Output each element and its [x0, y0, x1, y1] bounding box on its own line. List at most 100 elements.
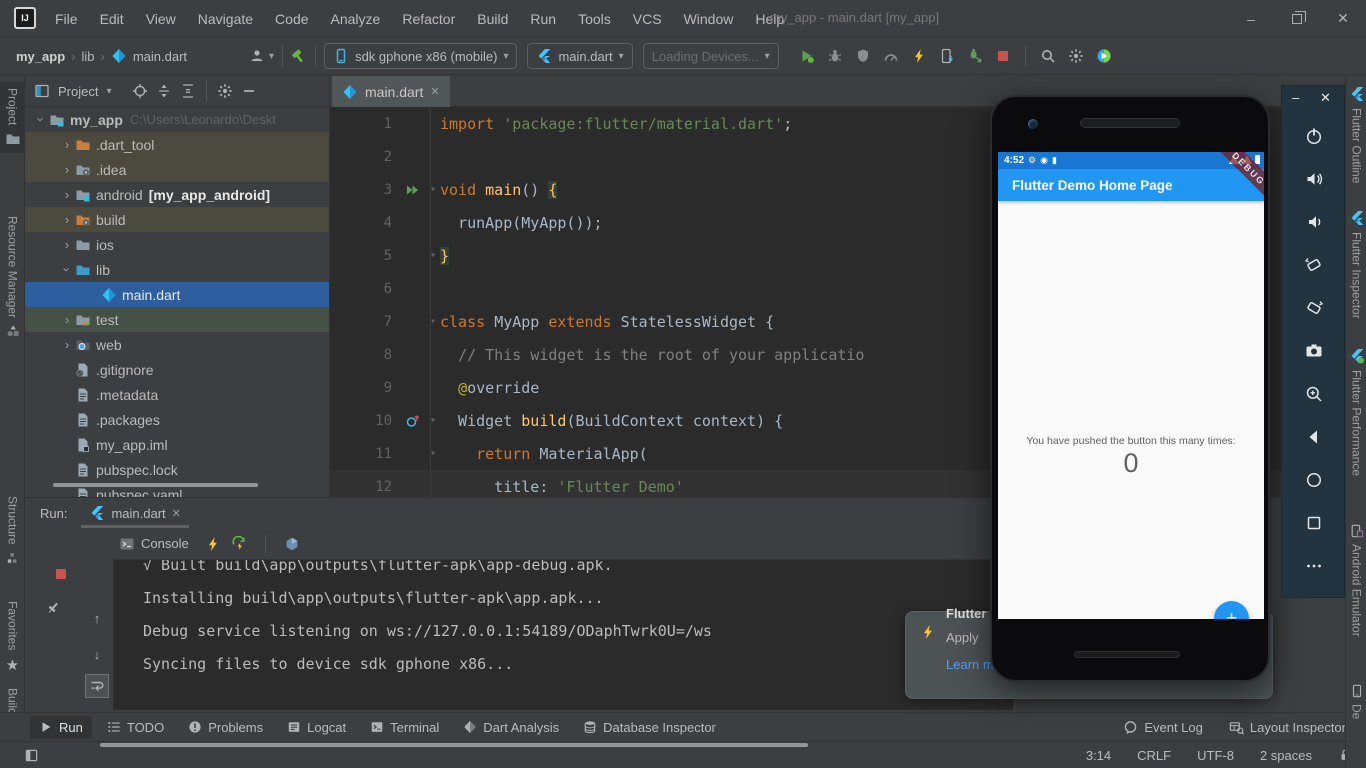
device-manager-sphere-button[interactable]: [1090, 43, 1118, 69]
stripe-structure[interactable]: Structure: [0, 496, 25, 565]
hot-restart-button[interactable]: [933, 43, 961, 69]
menu-analyze[interactable]: Analyze: [322, 7, 390, 31]
hot-restart-button[interactable]: [231, 536, 247, 552]
emulator-minimize-button[interactable]: –: [1292, 90, 1299, 105]
tree-item-ios[interactable]: ›ios: [25, 232, 330, 257]
minimize-button[interactable]: –: [1228, 0, 1274, 37]
chevron-down-icon[interactable]: ▾: [106, 86, 111, 97]
tree-item-pubspec.lock[interactable]: pubspec.lock: [25, 457, 330, 482]
toolwindow-button-dart-analysis[interactable]: Dart Analysis: [454, 716, 568, 739]
open-devtools-button[interactable]: [284, 536, 300, 552]
run-tab-main-dart[interactable]: main.dart ✕: [81, 498, 188, 528]
debug-button[interactable]: [821, 43, 849, 69]
stripe-favorites[interactable]: Favorites ★: [0, 601, 25, 674]
attach-debugger-button[interactable]: [961, 43, 989, 69]
indent-setting[interactable]: 2 spaces: [1260, 748, 1312, 763]
chevron-closed-icon[interactable]: ›: [61, 137, 73, 152]
fab-add-button[interactable]: +: [1214, 601, 1249, 619]
toolwindow-button-problems[interactable]: Problems: [179, 716, 272, 739]
menu-file[interactable]: File: [46, 7, 87, 31]
project-horizontal-scrollbar[interactable]: [53, 483, 258, 487]
stop-button[interactable]: [989, 43, 1017, 69]
tree-item-test[interactable]: ›test: [25, 307, 330, 332]
chevron-open-icon[interactable]: ›: [34, 114, 49, 126]
phone-screen[interactable]: 4:52 ⚙ ◉ ▮ Flutter Demo Home Page DEBUG …: [998, 152, 1264, 619]
fold-marker-icon[interactable]: ▾: [426, 250, 440, 261]
stripe-device-explorer[interactable]: De: [1346, 684, 1366, 719]
stop-button[interactable]: [53, 566, 69, 582]
emulator-volume-down-button[interactable]: [1304, 212, 1324, 232]
menu-navigate[interactable]: Navigate: [189, 7, 262, 31]
up-arrow-icon[interactable]: ↑: [85, 606, 109, 630]
emulator-rotate-left-button[interactable]: [1304, 255, 1324, 275]
expand-all-button[interactable]: [156, 83, 172, 99]
device-selector[interactable]: sdk gphone x86 (mobile) ▾: [324, 43, 517, 69]
menu-window[interactable]: Window: [675, 7, 743, 31]
fold-marker-icon[interactable]: ▾: [426, 316, 440, 327]
stripe-resource-manager[interactable]: Resource Manager: [0, 216, 25, 338]
restore-button[interactable]: [1274, 0, 1320, 37]
emulator-back-button[interactable]: [1304, 427, 1324, 447]
fold-marker-icon[interactable]: ▾: [426, 415, 440, 426]
run-console[interactable]: √ Built build\app\outputs\flutter-apk\ap…: [113, 560, 1013, 710]
menu-tools[interactable]: Tools: [569, 7, 620, 31]
close-button[interactable]: ✕: [1320, 0, 1366, 37]
hide-panel-button[interactable]: [241, 83, 257, 99]
toolwindow-button-layout-inspector[interactable]: Layout Inspector: [1227, 716, 1348, 739]
select-opened-file-button[interactable]: [132, 83, 148, 99]
chevron-closed-icon[interactable]: ›: [61, 187, 73, 202]
run-button[interactable]: [793, 43, 821, 69]
profiler-button[interactable]: [877, 43, 905, 69]
run-arrows-gutter-icon[interactable]: [400, 182, 426, 198]
emulator-zoom-in-button[interactable]: [1304, 384, 1324, 404]
emulator-home-button[interactable]: [1304, 470, 1324, 490]
run-config-selector[interactable]: main.dart ▾: [527, 43, 632, 69]
pin-icon[interactable]: [41, 596, 65, 620]
tree-item-.dart_tool[interactable]: ›.dart_tool: [25, 132, 330, 157]
breadcrumb-lib[interactable]: lib: [81, 49, 94, 64]
toolwindow-button-logcat[interactable]: Logcat: [278, 716, 355, 739]
line-ending[interactable]: CRLF: [1137, 748, 1171, 763]
toolwindow-button-database-inspector[interactable]: Database Inspector: [574, 716, 725, 739]
hot-reload-button[interactable]: [205, 536, 221, 552]
tree-item-.metadata[interactable]: .metadata: [25, 382, 330, 407]
fold-marker-icon[interactable]: ▾: [426, 184, 440, 195]
breadcrumb-project[interactable]: my_app: [16, 49, 65, 64]
stripe-flutter-inspector[interactable]: Flutter Inspector: [1346, 210, 1366, 319]
stripe-project[interactable]: Project: [0, 82, 25, 153]
menu-view[interactable]: View: [137, 7, 185, 31]
stripe-android-emulator[interactable]: Android Emulator: [1346, 524, 1366, 637]
tree-item-main.dart[interactable]: main.dart: [25, 282, 330, 307]
toolwindow-button-run[interactable]: Run: [30, 716, 92, 739]
fold-marker-icon[interactable]: ▾: [426, 448, 440, 459]
coverage-button[interactable]: [849, 43, 877, 69]
menu-code[interactable]: Code: [266, 7, 317, 31]
stripe-flutter-performance[interactable]: Flutter Performance: [1346, 348, 1366, 476]
tree-item-web[interactable]: ›web: [25, 332, 330, 357]
settings-button[interactable]: [1062, 43, 1090, 69]
tree-item-.packages[interactable]: .packages: [25, 407, 330, 432]
toolwindow-button-event-log[interactable]: Event Log: [1121, 716, 1205, 739]
file-encoding[interactable]: UTF-8: [1197, 748, 1234, 763]
close-tab-icon[interactable]: ✕: [172, 507, 181, 520]
chevron-closed-icon[interactable]: ›: [61, 312, 73, 327]
chevron-closed-icon[interactable]: ›: [61, 162, 73, 177]
editor-tab-main-dart[interactable]: main.dart ✕: [332, 76, 450, 107]
console-horizontal-scrollbar[interactable]: [100, 743, 808, 747]
chevron-open-icon[interactable]: ›: [60, 264, 75, 276]
chevron-closed-icon[interactable]: ›: [61, 337, 73, 352]
project-settings-button[interactable]: [217, 83, 233, 99]
tree-item-lib[interactable]: ›lib: [25, 257, 330, 282]
project-header-title[interactable]: Project: [58, 84, 98, 99]
override-gutter-icon[interactable]: [400, 413, 426, 429]
emulator-more-button[interactable]: [1304, 556, 1324, 576]
tree-item-.gitignore[interactable]: .gitignore: [25, 357, 330, 382]
emulator-overview-button[interactable]: [1304, 513, 1324, 533]
tree-item-build[interactable]: ›build: [25, 207, 330, 232]
console-tab[interactable]: Console: [113, 533, 195, 555]
menu-refactor[interactable]: Refactor: [393, 7, 464, 31]
emulator-power-button[interactable]: [1304, 126, 1324, 146]
build-hammer-button[interactable]: [291, 48, 307, 64]
close-tab-icon[interactable]: ✕: [430, 85, 439, 98]
menu-build[interactable]: Build: [468, 7, 517, 31]
